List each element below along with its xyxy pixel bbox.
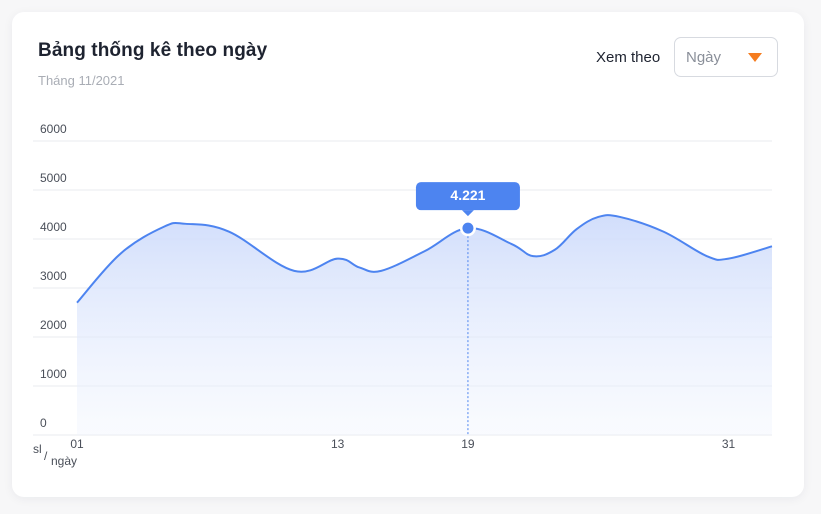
- area-chart: 6000 5000 4000 3000 2000 1000 0 01 13 19 31 sl / ngày…: [33, 122, 773, 468]
- y-tick-label: 2000: [40, 318, 67, 332]
- unit-label-separator: /: [44, 449, 48, 463]
- x-tick-label: 01: [70, 437, 84, 451]
- highlight-point: [462, 222, 474, 234]
- y-tick-label: 5000: [40, 171, 67, 185]
- tooltip-value: 4.221: [450, 187, 485, 203]
- tooltip-pointer: [461, 210, 474, 217]
- x-tick-label: 13: [331, 437, 345, 451]
- y-tick-label: 1000: [40, 367, 67, 381]
- x-tick-label: 31: [722, 437, 736, 451]
- area-fill: [77, 215, 772, 435]
- y-tick-label: 0: [40, 416, 47, 430]
- y-tick-label: 4000: [40, 220, 67, 234]
- y-tick-label: 3000: [40, 269, 67, 283]
- unit-label-bottom: ngày: [51, 454, 77, 468]
- y-tick-label: 6000: [40, 122, 67, 136]
- unit-label-top: sl: [33, 442, 42, 456]
- x-tick-label: 19: [461, 437, 475, 451]
